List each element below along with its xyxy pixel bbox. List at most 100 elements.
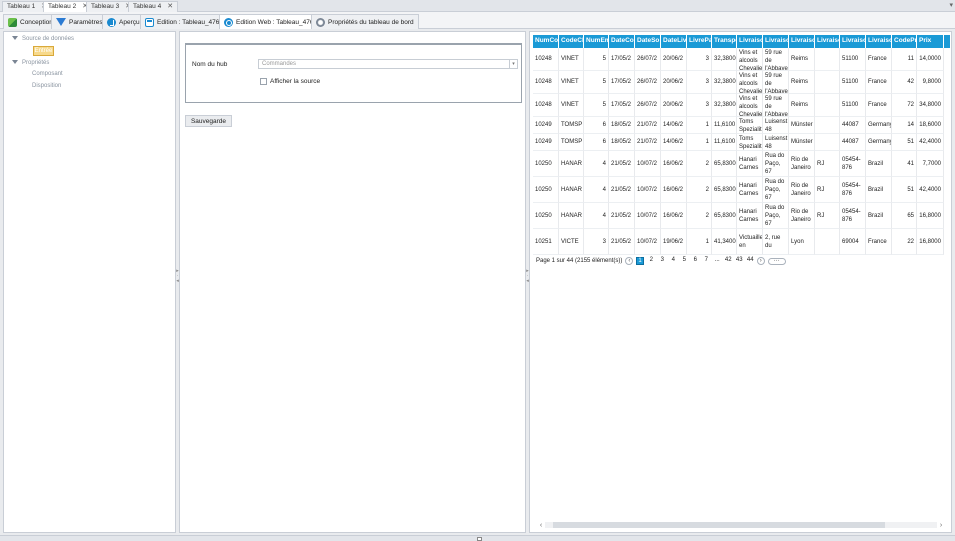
table-cell: 69004 <box>840 229 866 255</box>
grid-header-cell[interactable]: Prix <box>917 35 944 48</box>
more-pages-button[interactable]: ··· <box>767 257 786 265</box>
page-number[interactable]: 42 <box>725 257 732 265</box>
scroll-left-arrow-icon[interactable]: ‹ <box>537 522 545 529</box>
next-page-button[interactable]: › <box>756 257 765 265</box>
tool-tab-6[interactable]: Propriétés du tableau de bord <box>311 14 419 29</box>
grid-header-cell[interactable]: DateSo <box>635 35 661 48</box>
table-cell: 10249 <box>533 117 559 134</box>
doc-tab-label: Tableau 1 <box>7 3 36 10</box>
grid-header-cell[interactable]: Livraiso <box>763 35 789 48</box>
page-number[interactable]: 2 <box>648 257 655 265</box>
checkbox-box[interactable] <box>260 78 267 85</box>
grid-header-cell[interactable]: Livraiso <box>866 35 892 48</box>
page-number[interactable]: 4 <box>670 257 677 265</box>
table-cell <box>815 134 840 151</box>
page-number[interactable]: 7 <box>703 257 710 265</box>
grid-header-cell[interactable]: NumEm <box>584 35 609 48</box>
table-cell: 16/06/2 <box>661 203 687 229</box>
tree-item-layout[interactable]: Disposition <box>32 83 61 89</box>
table-cell: 6 <box>584 134 609 151</box>
page-number[interactable]: 44 <box>747 257 754 265</box>
chevron-down-icon[interactable]: ▾ <box>509 60 517 68</box>
hub-name-select[interactable]: Commandes ▾ <box>258 59 518 69</box>
scroll-thumb[interactable] <box>553 522 885 528</box>
grid-header-cell[interactable]: CodePr <box>892 35 917 48</box>
hub-name-label: Nom du hub <box>192 61 228 68</box>
grid-header-cell[interactable]: Livraiso <box>815 35 840 48</box>
prev-page-button[interactable]: ‹ <box>625 257 634 265</box>
table-cell: 18/05/2 <box>609 134 635 151</box>
expand-arrow-icon[interactable] <box>12 60 18 65</box>
table-cell: RJ <box>815 177 840 203</box>
table-cell: 21/05/2 <box>609 151 635 177</box>
tool-tab-5[interactable]: Edition Web : Tableau_47613 <box>219 14 326 29</box>
page-ellipsis: ... <box>714 257 720 263</box>
table-cell: Rua do Paço, 67 <box>763 151 789 177</box>
save-button[interactable]: Sauvegarde <box>185 115 232 127</box>
conception-icon <box>8 17 17 27</box>
grid-header-cell[interactable]: Transpo <box>712 35 737 48</box>
table-cell: 14/06/2 <box>661 117 687 134</box>
toolbar-tab-bar: Conception Paramètres Aperçu Edition : Tabl… <box>0 12 955 29</box>
table-cell <box>815 71 840 94</box>
table-cell: 5 <box>584 48 609 71</box>
table-cell: 20/06/2 <box>661 71 687 94</box>
table-cell: 10/07/2 <box>635 229 661 255</box>
data-grid: NumCo CodeCli NumEm DateCo DateSo DateLiv Livr… <box>533 35 950 256</box>
page-number[interactable]: 5 <box>681 257 688 265</box>
tool-tab-1[interactable]: Conception <box>3 14 58 29</box>
grid-header-cell[interactable]: DateLiv <box>661 35 687 48</box>
tree-node-properties[interactable]: Propriétés <box>12 60 49 66</box>
grid-header-cell[interactable]: Livraiso <box>737 35 763 48</box>
grid-header-cell[interactable]: DateCo <box>609 35 635 48</box>
grid-header-cell[interactable]: Livraiso <box>789 35 815 48</box>
table-cell: 21/07/2 <box>635 134 661 151</box>
tool-tab-4[interactable]: Edition : Tableau_47613 <box>140 14 232 29</box>
grid-header-cell[interactable]: NumCo <box>533 35 559 48</box>
resize-grip-icon[interactable] <box>477 537 482 541</box>
table-cell: Reims <box>789 94 815 117</box>
table-cell: 14,0000 <box>917 48 944 71</box>
table-cell: France <box>866 94 892 117</box>
table-cell: 4 <box>584 203 609 229</box>
page-list: 1 2 3 4 5 6 7... 42 43 44 <box>636 257 754 265</box>
page-number[interactable]: 6 <box>692 257 699 265</box>
table-cell: 14/06/2 <box>661 134 687 151</box>
scroll-right-arrow-icon[interactable]: › <box>937 522 945 529</box>
show-source-checkbox[interactable]: Afficher la source <box>260 78 320 85</box>
table-cell: 26/07/2 <box>635 71 661 94</box>
tree-node-source[interactable]: Source de données <box>12 36 74 42</box>
close-icon[interactable]: ✕ <box>167 2 173 12</box>
table-cell: France <box>866 71 892 94</box>
scroll-track[interactable] <box>545 522 937 528</box>
tree-label-source: Source de données <box>22 36 75 42</box>
tree-item-entree[interactable]: Entrée <box>33 46 54 56</box>
page-number[interactable]: 1 <box>636 257 644 265</box>
horizontal-scrollbar[interactable]: ‹ › <box>537 520 945 530</box>
table-cell: Rio de Janeiro <box>789 177 815 203</box>
table-cell: 1 <box>687 117 712 134</box>
expand-arrow-icon[interactable] <box>12 36 18 41</box>
tool-tab-3[interactable]: Aperçu <box>102 14 145 29</box>
table-cell: Vins et alcools Chevalie <box>737 48 763 71</box>
grid-header-cell[interactable]: LivrePa <box>687 35 712 48</box>
tab-menu-dropdown-icon[interactable]: ▾ <box>949 1 953 9</box>
table-cell: Rio de Janeiro <box>789 151 815 177</box>
table-cell: 26/07/2 <box>635 48 661 71</box>
doc-tab-label: Tableau 3 <box>91 3 120 10</box>
grid-header-cell[interactable]: Livraiso <box>840 35 866 48</box>
grid-header-cell[interactable]: CodeCli <box>559 35 584 48</box>
table-cell <box>815 94 840 117</box>
preview-icon <box>107 17 116 27</box>
table-cell: 10/07/2 <box>635 177 661 203</box>
page-number[interactable]: 43 <box>736 257 743 265</box>
table-cell <box>815 48 840 71</box>
doc-tab-4[interactable]: Tableau 4 ✕ <box>128 1 179 12</box>
table-cell: 3 <box>687 94 712 117</box>
table-cell: 42 <box>892 71 917 94</box>
tool-tab-2[interactable]: Paramètres <box>51 14 108 29</box>
table-cell: 51 <box>892 177 917 203</box>
tree-item-component[interactable]: Composant <box>32 71 63 77</box>
page-number[interactable]: 3 <box>659 257 666 265</box>
table-cell: 65,8300 <box>712 177 737 203</box>
